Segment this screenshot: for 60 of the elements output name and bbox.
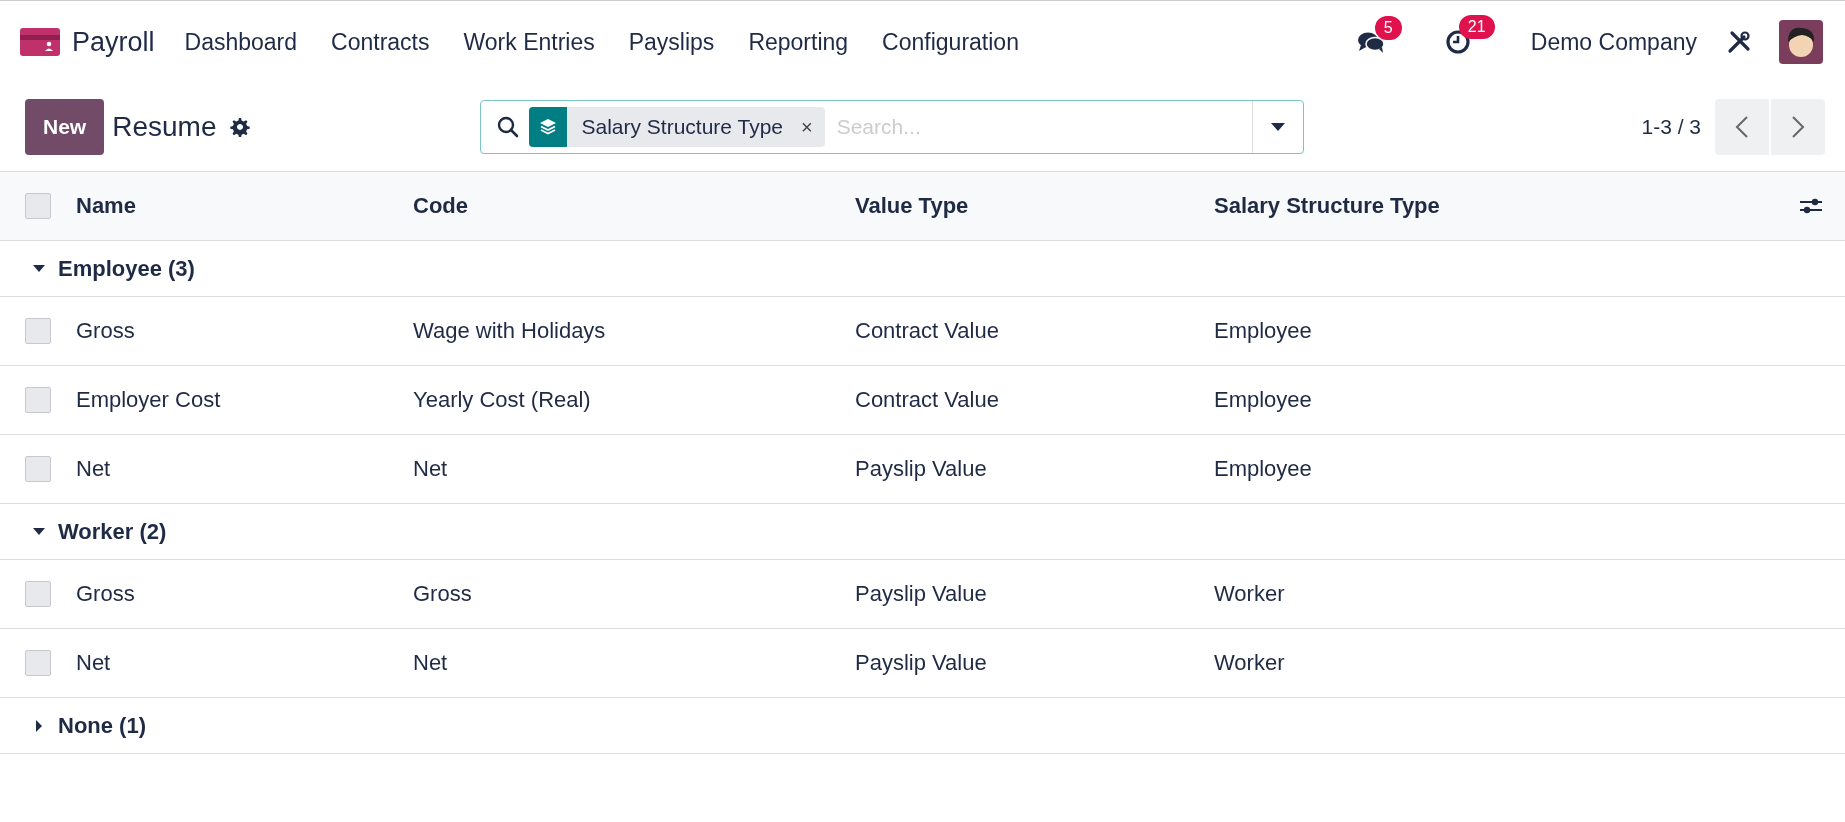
table-cell-text: Net <box>76 456 112 482</box>
app-name[interactable]: Payroll <box>72 26 155 58</box>
settings-icon[interactable] <box>230 117 251 137</box>
table-cell-text: Payslip Value <box>855 581 988 607</box>
table-cell-text: Net <box>413 650 449 676</box>
group-label: Worker (2) <box>58 518 167 545</box>
row-checkbox[interactable] <box>25 650 51 676</box>
table-cell-text: Employer Cost <box>76 387 222 413</box>
page-title: Resume <box>112 111 217 143</box>
table-cell: Worker <box>1214 650 1285 676</box>
row-checkbox[interactable] <box>25 318 51 344</box>
remove-facet-button[interactable]: × <box>801 115 813 139</box>
table-cell-text: Payslip Value <box>855 650 988 676</box>
sliders-icon[interactable] <box>1799 196 1823 216</box>
table-cell-text: Gross <box>76 318 136 344</box>
column-header[interactable]: Code <box>413 193 855 219</box>
chevron-right-icon <box>1791 115 1805 139</box>
new-button[interactable]: New <box>25 99 105 155</box>
table-cell: Employee <box>1214 387 1312 413</box>
company-name[interactable]: Demo Company <box>1530 28 1697 56</box>
table-cell: Worker <box>1214 581 1285 607</box>
facet-label: Salary Structure Type <box>581 115 783 139</box>
message-count-badge: 5 <box>1374 16 1402 40</box>
row-checkbox[interactable] <box>25 581 51 607</box>
column-header[interactable]: Value Type <box>855 193 1214 219</box>
caret-down-icon[interactable] <box>1271 123 1286 131</box>
search-icon <box>497 116 520 138</box>
column-header[interactable]: Name <box>76 193 413 219</box>
menu-item[interactable]: Payslips <box>628 28 715 56</box>
activity-count-badge: 21 <box>1458 15 1495 39</box>
chevron-left-icon <box>1735 115 1749 139</box>
table-cell: Employee <box>1214 318 1312 344</box>
table-cell-text: Gross <box>413 581 473 607</box>
table-cell-text: Payslip Value <box>855 456 988 482</box>
payroll-app-icon[interactable] <box>20 28 60 56</box>
select-all-checkbox[interactable] <box>25 193 51 219</box>
table-cell-text: Contract Value <box>855 387 1000 413</box>
group-label: None (1) <box>58 712 146 739</box>
table-cell-text: Yearly Cost (Real) <box>413 387 592 413</box>
row-checkbox[interactable] <box>25 456 51 482</box>
menu-item[interactable]: Reporting <box>748 28 849 56</box>
menu-item[interactable]: Configuration <box>882 28 1019 56</box>
tools-icon[interactable] <box>1727 30 1751 54</box>
menu-item[interactable]: Work Entries <box>463 28 595 56</box>
table-cell-text: Net <box>413 456 449 482</box>
group-row[interactable]: Employee (3) <box>0 241 1845 297</box>
column-header[interactable]: Salary Structure Type <box>1214 193 1440 219</box>
table-cell-text: Contract Value <box>855 318 1000 344</box>
group-row[interactable]: None (1) <box>0 698 1845 754</box>
user-avatar[interactable] <box>1779 20 1823 64</box>
table-cell-text: Wage with Holidays <box>413 318 607 344</box>
menu-item[interactable]: Dashboard <box>184 28 298 56</box>
pager-value: 1-3 / 3 <box>1641 115 1701 139</box>
menu-item[interactable]: Contracts <box>331 28 430 56</box>
group-label: Employee (3) <box>58 255 195 282</box>
row-checkbox[interactable] <box>25 387 51 413</box>
table-cell-text: Net <box>76 650 112 676</box>
table-cell-text: Gross <box>76 581 136 607</box>
table-cell: Employee <box>1214 456 1312 482</box>
group-row[interactable]: Worker (2) <box>0 504 1845 560</box>
